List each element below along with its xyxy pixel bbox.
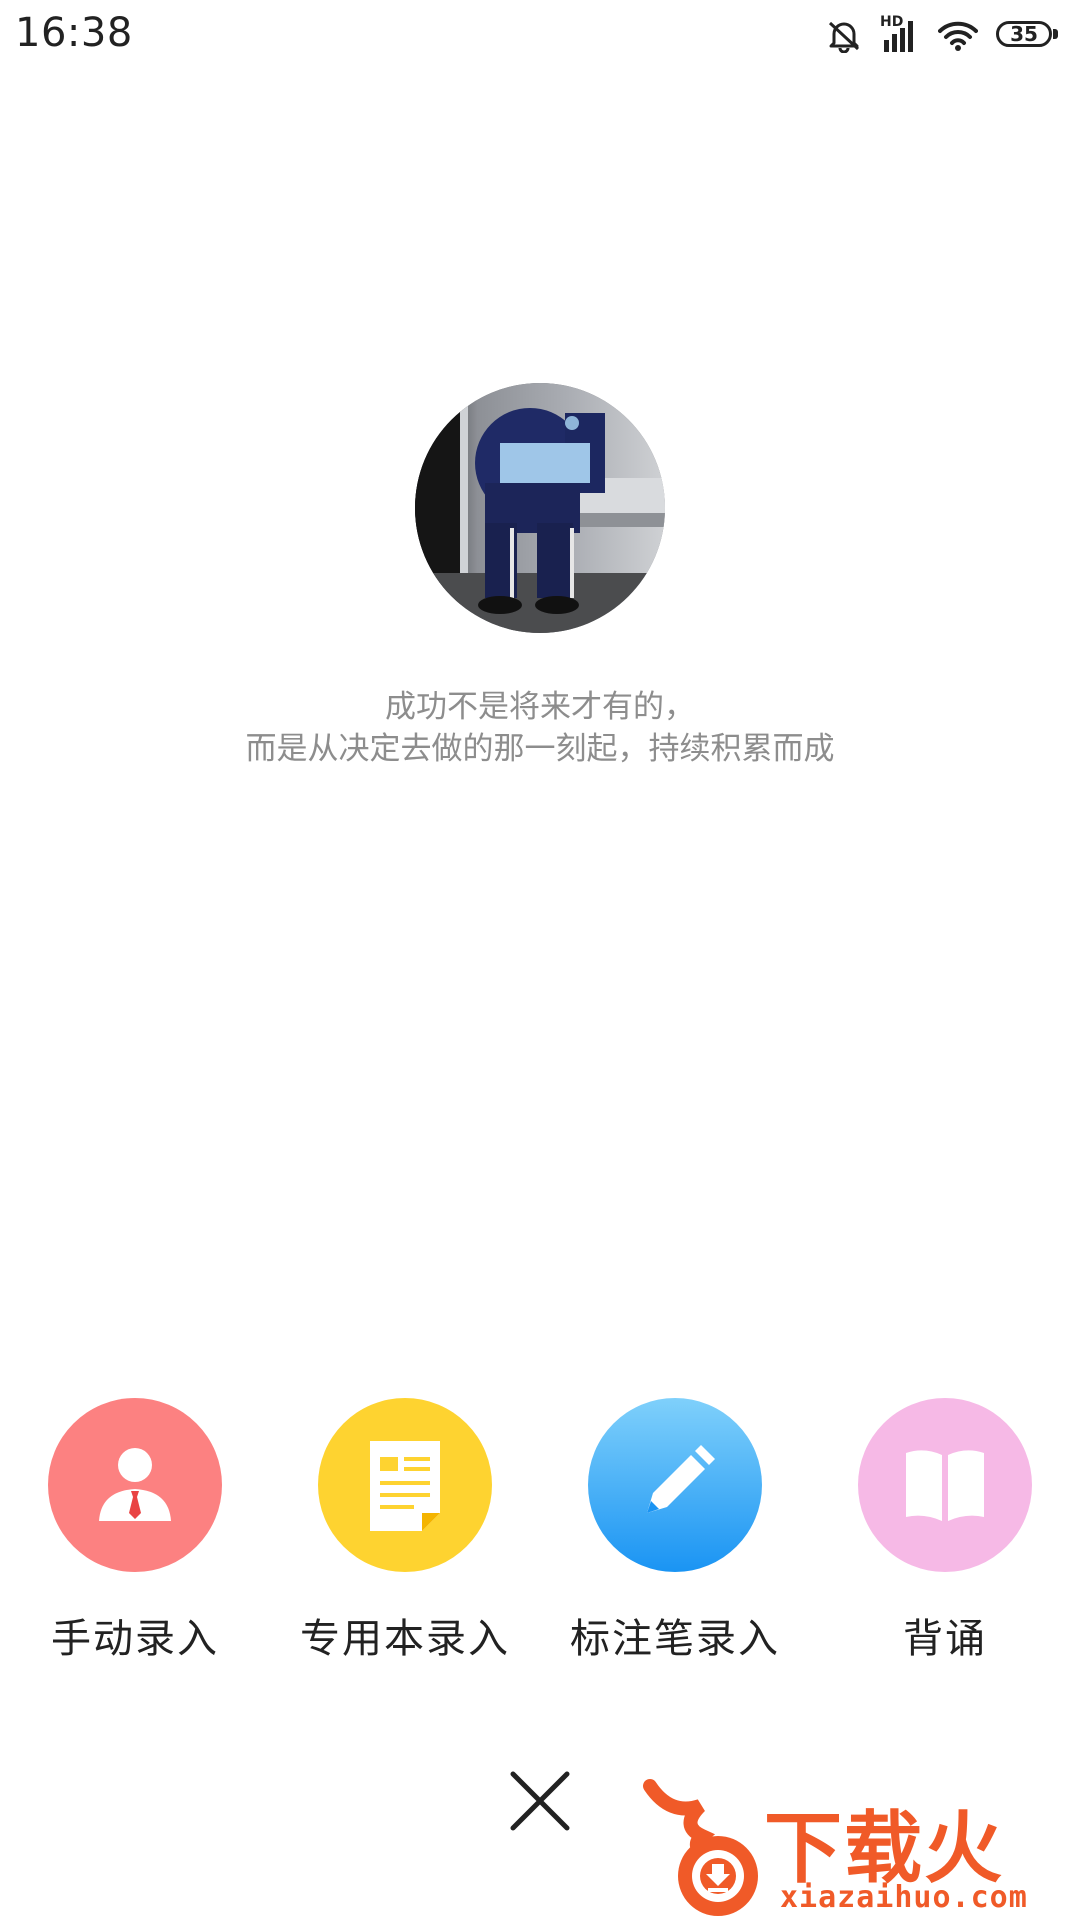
close-icon xyxy=(510,1771,570,1831)
manual-entry-label: 手动录入 xyxy=(51,1616,219,1662)
notebook-entry-circle xyxy=(318,1398,492,1572)
status-time: 16:38 xyxy=(15,10,133,56)
quote-line-1: 成功不是将来才有的， xyxy=(385,689,695,725)
quote-line-2: 而是从决定去做的那一刻起，持续积累而成 xyxy=(245,731,835,767)
recite-circle xyxy=(858,1398,1032,1572)
watermark-url: xiazaihuo.com xyxy=(780,1880,1028,1915)
battery-tip xyxy=(1053,29,1058,39)
avatar[interactable] xyxy=(415,383,665,633)
signal-icon: HD xyxy=(880,14,920,54)
pencil-icon xyxy=(647,1445,715,1513)
screen: 16:38 HD 35 成功不是将来才有的， 而是从决定去做的那一刻起，持续积累… xyxy=(0,0,1080,1920)
wifi-icon xyxy=(938,20,978,52)
notebook-entry-button[interactable]: 专用本录入 xyxy=(270,1398,540,1662)
recite-label: 背诵 xyxy=(903,1616,987,1662)
pen-entry-circle xyxy=(588,1398,762,1572)
watermark-logo-icon xyxy=(643,1779,758,1916)
motto-quote: 成功不是将来才有的， 而是从决定去做的那一刻起，持续积累而成 xyxy=(0,686,1080,770)
entry-actions: 手动录入 专用本录入 标注笔录入 背诵 xyxy=(0,1398,1080,1662)
battery-icon: 35 xyxy=(996,21,1060,51)
status-icons: HD 35 xyxy=(826,14,1060,58)
mute-icon xyxy=(826,19,862,53)
watermark: 下载火 xiazaihuo.com xyxy=(640,1776,1080,1920)
recite-button[interactable]: 背诵 xyxy=(810,1398,1080,1662)
manual-entry-button[interactable]: 手动录入 xyxy=(0,1398,270,1662)
avatar-photo xyxy=(415,383,665,633)
document-icon xyxy=(370,1441,440,1531)
person-icon xyxy=(99,1448,171,1521)
pen-entry-label: 标注笔录入 xyxy=(570,1616,780,1662)
book-icon xyxy=(906,1450,984,1521)
pen-entry-button[interactable]: 标注笔录入 xyxy=(540,1398,810,1662)
close-button[interactable] xyxy=(505,1766,575,1836)
manual-entry-circle xyxy=(48,1398,222,1572)
notebook-entry-label: 专用本录入 xyxy=(300,1616,510,1662)
status-bar: 16:38 HD 35 xyxy=(0,0,1080,72)
battery-level: 35 xyxy=(996,21,1052,47)
